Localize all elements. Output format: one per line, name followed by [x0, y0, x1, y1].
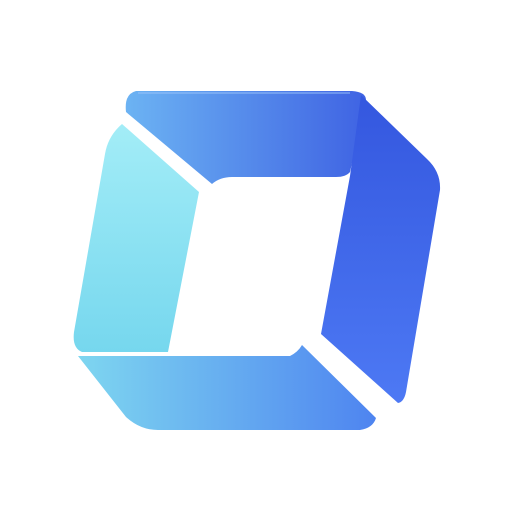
logo-left-band	[73, 124, 199, 352]
frame-cube-logo-icon	[73, 91, 441, 430]
logo-bottom-band	[78, 345, 376, 430]
app-icon-canvas	[0, 0, 512, 512]
